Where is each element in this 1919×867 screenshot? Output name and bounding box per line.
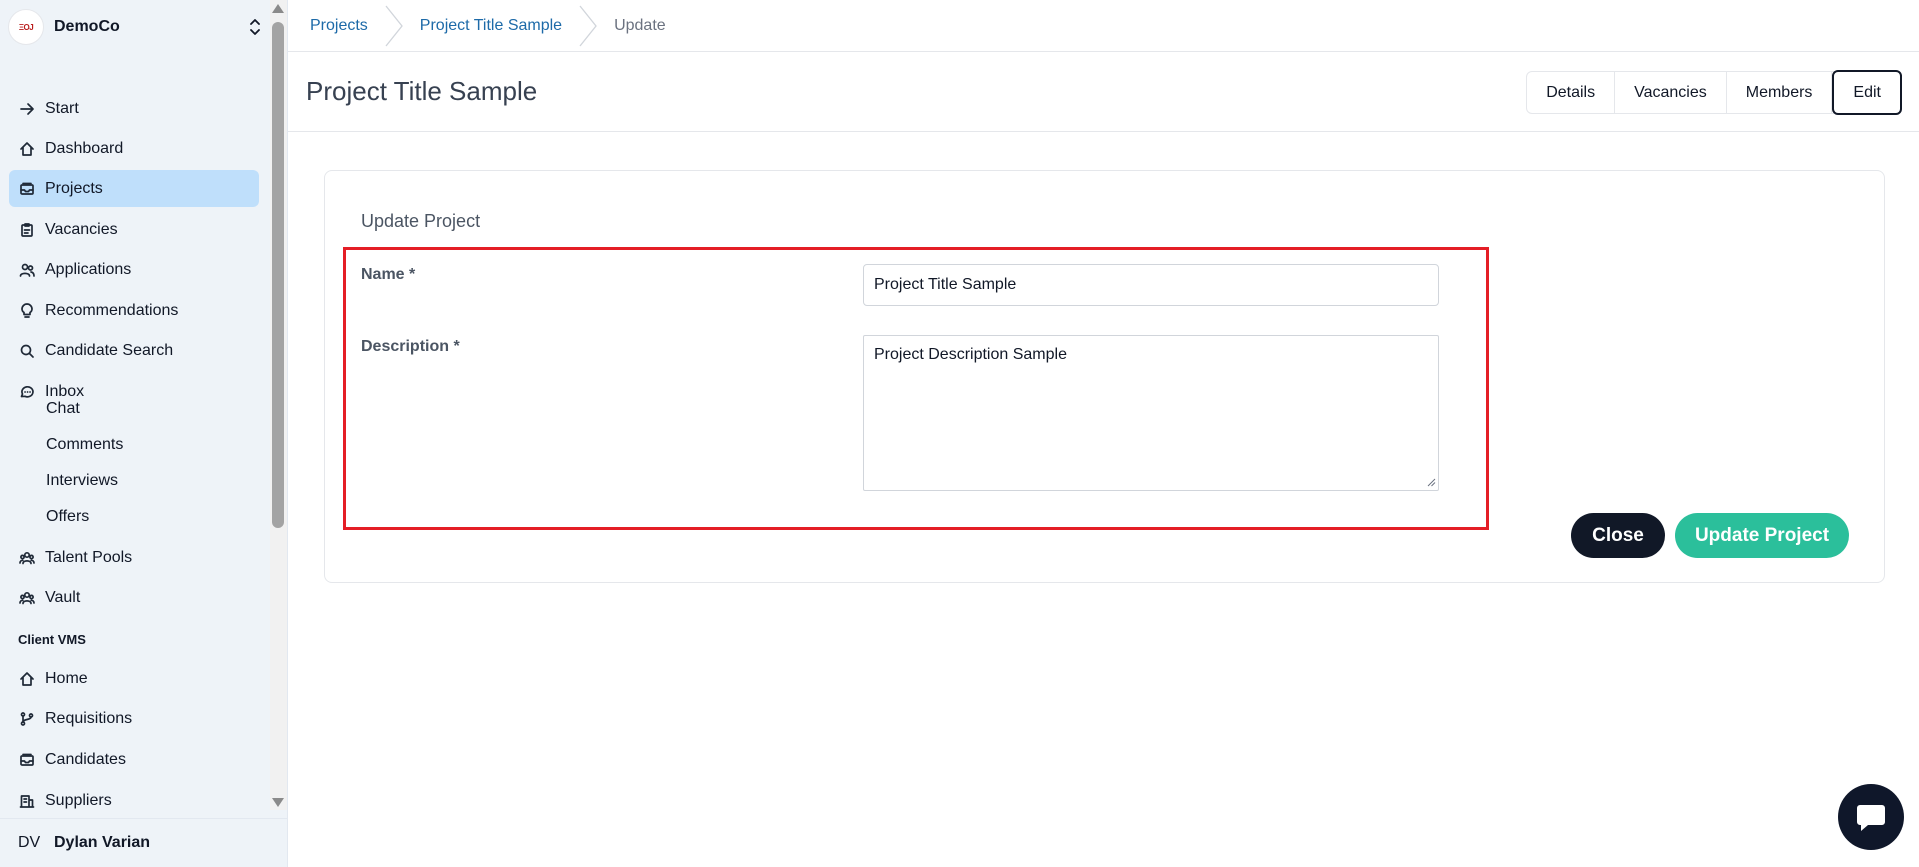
tab-vacancies[interactable]: Vacancies <box>1615 72 1727 113</box>
sidebar-item-applications[interactable]: Applications <box>9 251 259 288</box>
sidebar-item-label: Vacancies <box>45 220 118 238</box>
sidebar-item-label: Applications <box>45 260 132 278</box>
sidebar-scroll-thumb[interactable] <box>272 22 284 528</box>
sidebar-item-label: Requisitions <box>45 709 133 727</box>
chat-widget-button[interactable] <box>1838 784 1904 850</box>
sidebar-item-dashboard[interactable]: Dashboard <box>9 130 259 167</box>
sidebar-item-label: Home <box>45 669 88 687</box>
sidebar-item-talent-pools[interactable]: Talent Pools <box>9 539 259 576</box>
org-switcher[interactable]: ΞOJ DemoCo <box>0 0 270 54</box>
users-icon <box>19 262 35 278</box>
page-tabs: Details Vacancies Members Edit <box>1526 70 1902 115</box>
org-logo: ΞOJ <box>8 9 44 45</box>
user-group-icon <box>19 590 35 606</box>
sidebar: ΞOJ DemoCo Start Dashboard Projects Vaca… <box>0 0 288 867</box>
inbox-stack-icon <box>19 181 35 197</box>
chevron-right-icon <box>382 0 406 52</box>
breadcrumb: Projects Project Title Sample Update <box>288 0 1919 52</box>
sidebar-item-suppliers[interactable]: Suppliers <box>9 782 259 810</box>
sidebar-item-label: Talent Pools <box>45 548 133 566</box>
name-field[interactable] <box>863 264 1439 306</box>
scroll-up-arrow-icon[interactable] <box>272 4 284 13</box>
scroll-down-arrow-icon[interactable] <box>272 798 284 807</box>
update-project-button[interactable]: Update Project <box>1675 513 1849 558</box>
sidebar-item-label: Projects <box>45 179 103 197</box>
description-field[interactable]: Project Description Sample <box>863 335 1439 491</box>
sidebar-item-label: Recommendations <box>45 301 179 319</box>
sidebar-item-vacancies[interactable]: Vacancies <box>9 211 259 248</box>
section-label-client-vms: Client VMS <box>18 632 86 647</box>
breadcrumb-project[interactable]: Project Title Sample <box>420 17 562 35</box>
sidebar-item-label: Suppliers <box>45 791 112 809</box>
chat-bubble-icon <box>19 384 35 400</box>
chevron-up-down-icon[interactable] <box>248 16 262 38</box>
description-label: Description * <box>361 338 460 355</box>
page-title: Project Title Sample <box>306 76 538 106</box>
chevron-right-icon <box>576 0 600 52</box>
sidebar-item-label: Vault <box>45 588 81 606</box>
sidebar-item-requisitions[interactable]: Requisitions <box>9 700 259 737</box>
home-icon <box>19 671 35 687</box>
sidebar-item-vault[interactable]: Vault <box>9 579 259 616</box>
sidebar-item-label: Candidates <box>45 750 126 768</box>
sidebar-item-label: Start <box>45 99 79 117</box>
page-header: Project Title Sample Details Vacancies M… <box>288 52 1919 132</box>
search-icon <box>19 343 35 359</box>
sidebar-item-label: Dashboard <box>45 139 124 157</box>
chat-bubble-icon <box>1857 805 1885 831</box>
sidebar-item-candidate-search[interactable]: Candidate Search <box>9 332 259 369</box>
sidebar-subitem-offers[interactable]: Offers <box>46 502 89 532</box>
sidebar-subitem-comments[interactable]: Comments <box>46 430 123 460</box>
tab-members[interactable]: Members <box>1727 72 1833 113</box>
clipboard-icon <box>19 222 35 238</box>
update-project-card: Update Project Name * Description * Proj… <box>324 170 1885 583</box>
breadcrumb-current: Update <box>614 16 666 34</box>
sidebar-item-label: Candidate Search <box>45 341 174 359</box>
sidebar-item-projects[interactable]: Projects <box>9 170 259 207</box>
sidebar-item-candidates[interactable]: Candidates <box>9 741 259 778</box>
sidebar-item-start[interactable]: Start <box>9 90 259 127</box>
lightbulb-icon <box>19 302 35 319</box>
org-name: DemoCo <box>54 18 120 35</box>
tab-details[interactable]: Details <box>1527 72 1616 113</box>
sidebar-subitem-interviews[interactable]: Interviews <box>46 466 118 496</box>
building-icon <box>19 793 35 809</box>
inbox-stack-icon <box>19 752 35 768</box>
user-menu[interactable]: DV Dylan Varian <box>0 818 287 867</box>
sidebar-subitem-chat[interactable]: Chat <box>46 394 80 424</box>
user-name: Dylan Varian <box>54 834 151 851</box>
sidebar-item-recommendations[interactable]: Recommendations <box>9 292 259 329</box>
form-title: Update Project <box>361 211 481 231</box>
user-group-icon <box>19 550 35 566</box>
tab-edit[interactable]: Edit <box>1832 70 1902 115</box>
sidebar-nav: Start Dashboard Projects Vacancies Appli… <box>0 70 270 810</box>
resize-handle-icon[interactable] <box>1426 477 1436 487</box>
breadcrumb-projects[interactable]: Projects <box>310 17 368 35</box>
close-button[interactable]: Close <box>1571 513 1665 558</box>
branch-icon <box>19 711 35 727</box>
name-label: Name * <box>361 266 416 283</box>
home-icon <box>19 141 35 157</box>
sidebar-item-home[interactable]: Home <box>9 660 259 697</box>
avatar: DV <box>18 834 41 851</box>
arrow-right-icon <box>19 101 35 117</box>
